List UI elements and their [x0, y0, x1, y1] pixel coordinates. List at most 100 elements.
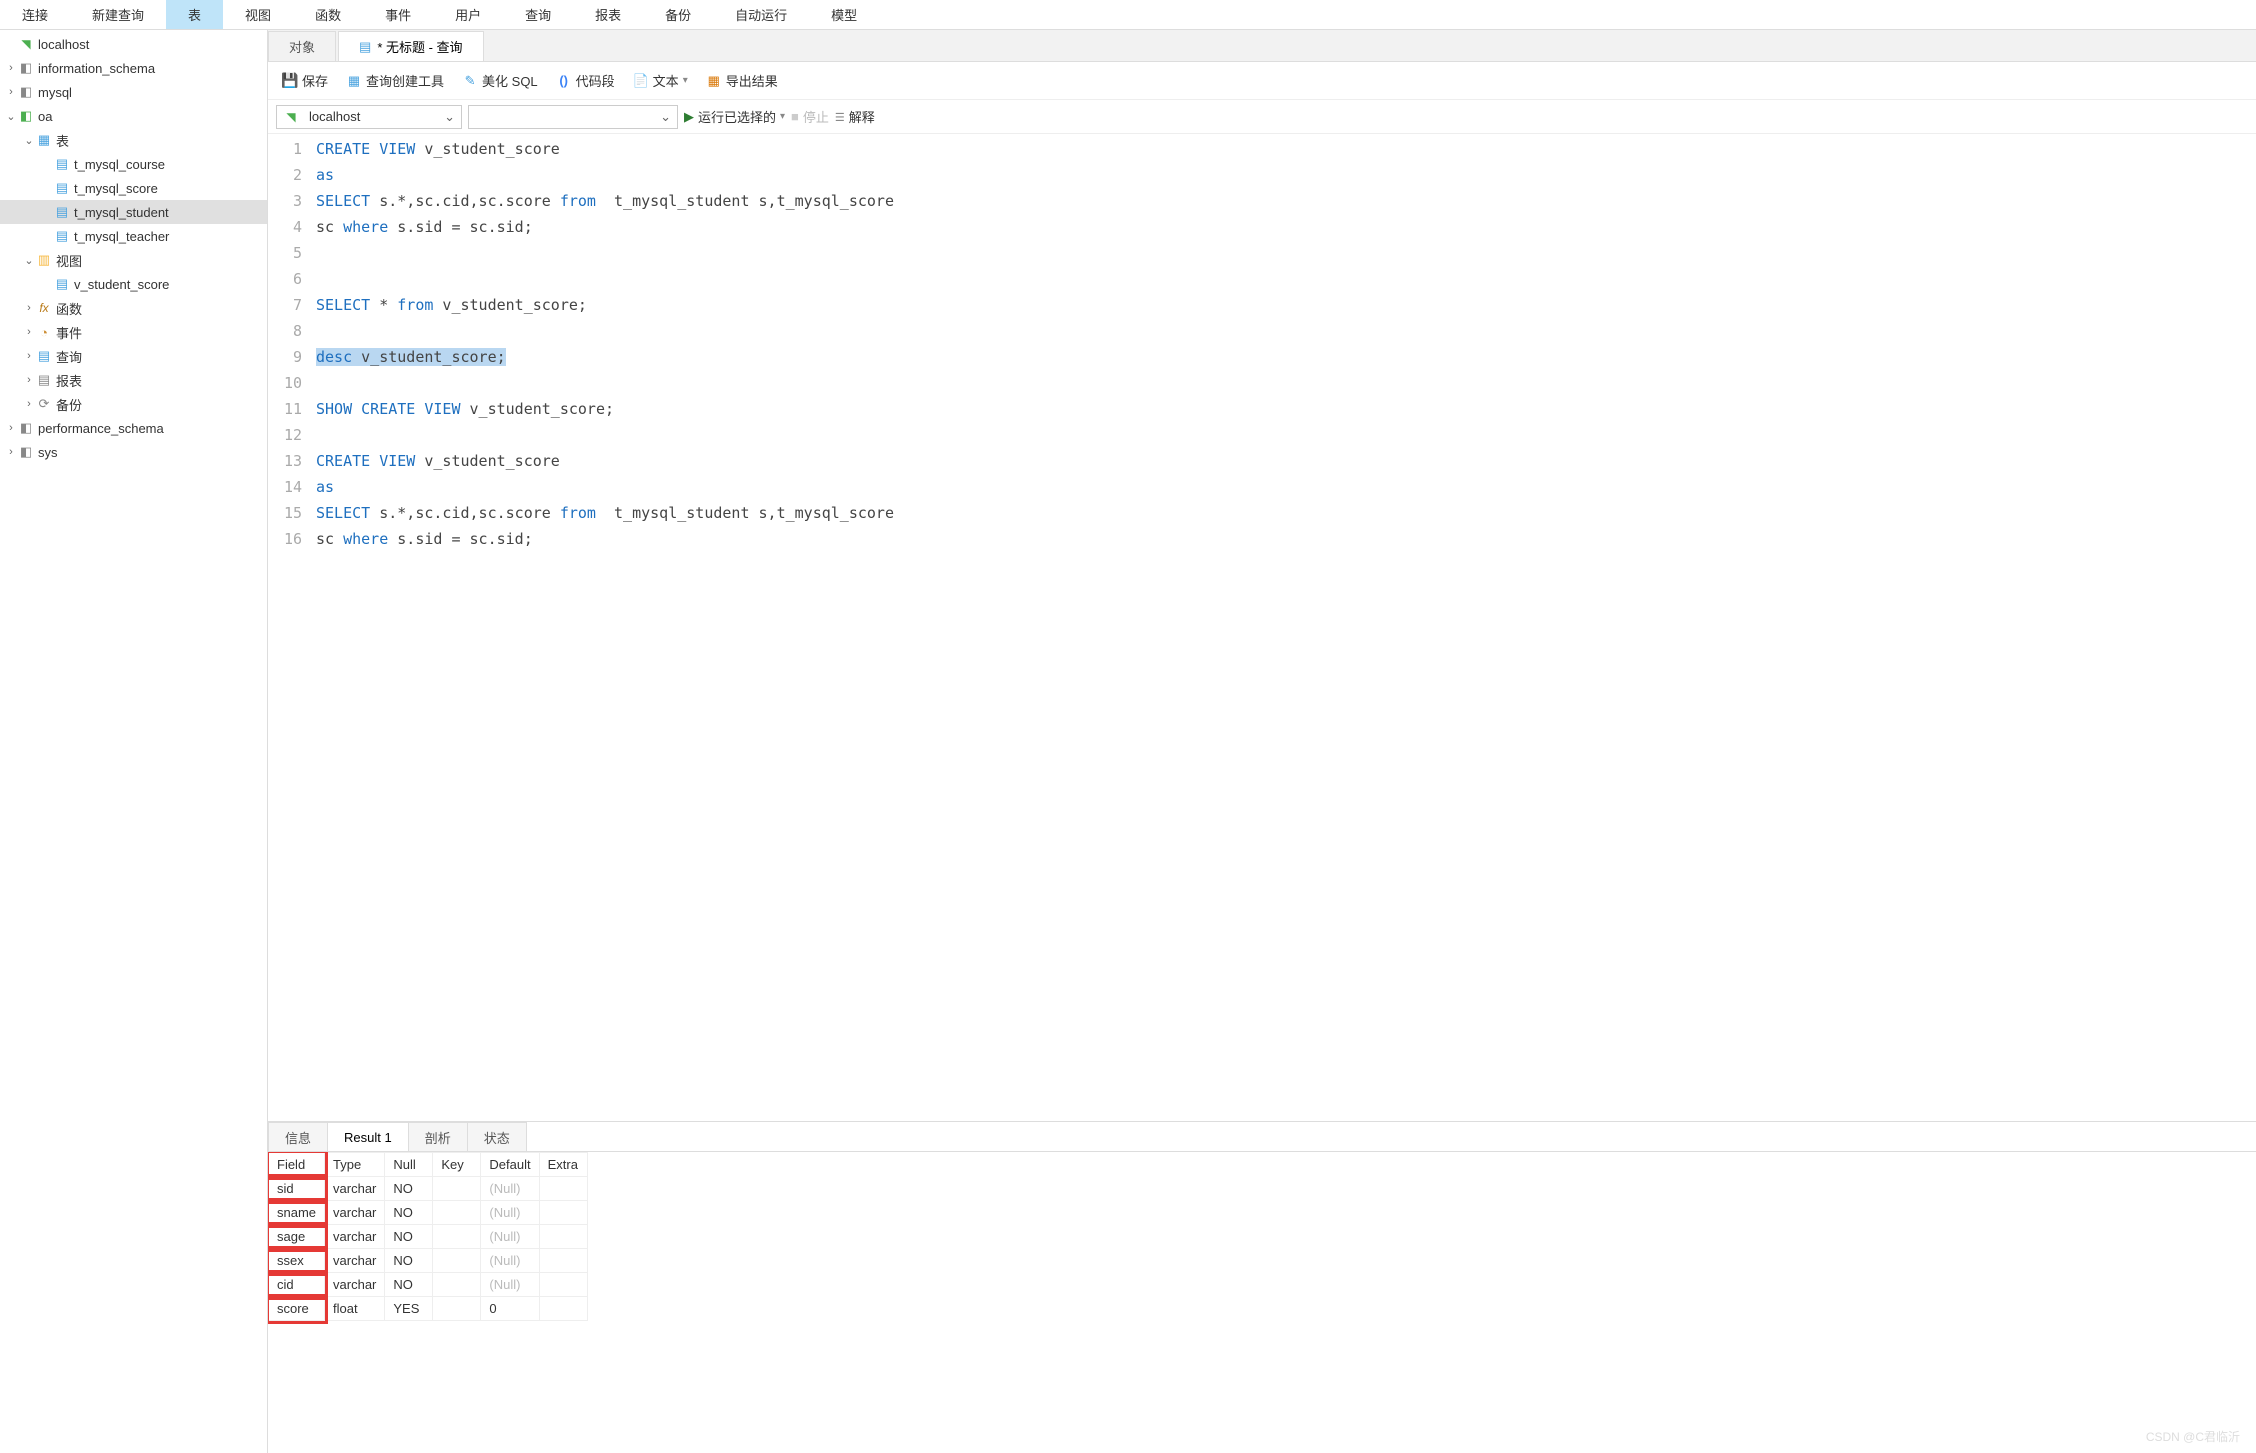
views-folder[interactable]: ⌄视图	[0, 248, 267, 272]
run-selected-button[interactable]: 运行已选择的 ▾	[684, 107, 785, 126]
menu-item-6[interactable]: 用户	[433, 0, 503, 29]
result-cell[interactable]: sid	[269, 1177, 325, 1201]
query-builder-button[interactable]: 查询创建工具	[340, 69, 450, 92]
result-cell[interactable]: 0	[481, 1297, 539, 1321]
result-grid[interactable]: FieldTypeNullKeyDefaultExtrasidvarcharNO…	[268, 1152, 2256, 1453]
tree-toggle[interactable]: ⌄	[22, 254, 36, 267]
result-cell[interactable]: sage	[269, 1225, 325, 1249]
result-tab-2[interactable]: 剖析	[408, 1122, 468, 1151]
result-cell[interactable]: score	[269, 1297, 325, 1321]
menu-item-2[interactable]: 表	[166, 0, 223, 29]
database-performance_schema[interactable]: ›performance_schema	[0, 416, 267, 440]
result-cell[interactable]	[539, 1177, 587, 1201]
result-cell[interactable]	[433, 1297, 481, 1321]
tree-toggle[interactable]: ›	[22, 326, 36, 338]
functions-folder[interactable]: ›fx函数	[0, 296, 267, 320]
menu-item-4[interactable]: 函数	[293, 0, 363, 29]
menu-item-9[interactable]: 备份	[643, 0, 713, 29]
tree-toggle[interactable]: ›	[22, 398, 36, 410]
editor-tab-0[interactable]: 对象	[268, 31, 336, 61]
view-v_student_score[interactable]: v_student_score	[0, 272, 267, 296]
result-cell[interactable]: (Null)	[481, 1273, 539, 1297]
tree-toggle[interactable]: ⌄	[22, 134, 36, 147]
database-sys[interactable]: ›sys	[0, 440, 267, 464]
explain-button[interactable]: 解释	[835, 107, 875, 126]
tree-toggle[interactable]: ›	[4, 62, 18, 74]
result-cell[interactable]	[539, 1249, 587, 1273]
table-row[interactable]: sidvarcharNO (Null)	[269, 1177, 588, 1201]
result-header-field[interactable]: Field	[269, 1153, 325, 1177]
result-cell[interactable]: varchar	[325, 1201, 385, 1225]
tree-toggle[interactable]: ›	[22, 350, 36, 362]
result-cell[interactable]: (Null)	[481, 1249, 539, 1273]
result-header-extra[interactable]: Extra	[539, 1153, 587, 1177]
result-cell[interactable]: varchar	[325, 1249, 385, 1273]
menu-item-1[interactable]: 新建查询	[70, 0, 166, 29]
database-oa[interactable]: ⌄oa	[0, 104, 267, 128]
result-cell[interactable]: NO	[385, 1273, 433, 1297]
menu-item-0[interactable]: 连接	[0, 0, 70, 29]
database-mysql[interactable]: ›mysql	[0, 80, 267, 104]
table-t_mysql_course[interactable]: t_mysql_course	[0, 152, 267, 176]
result-cell[interactable]	[433, 1201, 481, 1225]
queries-folder[interactable]: ›查询	[0, 344, 267, 368]
result-cell[interactable]: NO	[385, 1201, 433, 1225]
result-header-default[interactable]: Default	[481, 1153, 539, 1177]
events-folder[interactable]: ›事件	[0, 320, 267, 344]
menu-item-3[interactable]: 视图	[223, 0, 293, 29]
table-row[interactable]: snamevarcharNO (Null)	[269, 1201, 588, 1225]
result-cell[interactable]: NO	[385, 1177, 433, 1201]
menu-item-7[interactable]: 查询	[503, 0, 573, 29]
menu-item-8[interactable]: 报表	[573, 0, 643, 29]
tree-toggle[interactable]: ›	[22, 374, 36, 386]
result-cell[interactable]	[433, 1273, 481, 1297]
result-cell[interactable]	[433, 1177, 481, 1201]
result-header-type[interactable]: Type	[325, 1153, 385, 1177]
table-row[interactable]: sagevarcharNO(Null)	[269, 1225, 588, 1249]
table-row[interactable]: cidvarcharNO (Null)	[269, 1273, 588, 1297]
result-cell[interactable]: (Null)	[481, 1201, 539, 1225]
result-cell[interactable]	[539, 1225, 587, 1249]
result-cell[interactable]: ssex	[269, 1249, 325, 1273]
result-header-key[interactable]: Key	[433, 1153, 481, 1177]
result-cell[interactable]: float	[325, 1297, 385, 1321]
beautify-sql-button[interactable]: 美化 SQL	[456, 69, 544, 92]
result-cell[interactable]	[539, 1297, 587, 1321]
code-snippet-button[interactable]: ()代码段	[550, 69, 621, 92]
tree-toggle[interactable]: ›	[4, 86, 18, 98]
save-button[interactable]: 保存	[276, 69, 334, 92]
result-tab-0[interactable]: 信息	[268, 1122, 328, 1151]
table-t_mysql_score[interactable]: t_mysql_score	[0, 176, 267, 200]
tree-toggle[interactable]: ›	[4, 446, 18, 458]
result-cell[interactable]	[539, 1201, 587, 1225]
export-results-button[interactable]: 导出结果	[700, 69, 784, 92]
table-row[interactable]: ssexvarcharNO (Null)	[269, 1249, 588, 1273]
menu-item-11[interactable]: 模型	[809, 0, 879, 29]
result-tab-3[interactable]: 状态	[467, 1122, 527, 1151]
result-cell[interactable]: NO	[385, 1249, 433, 1273]
reports-folder[interactable]: ›报表	[0, 368, 267, 392]
result-cell[interactable]: cid	[269, 1273, 325, 1297]
sql-code[interactable]: CREATE VIEW v_student_score as SELECT s.…	[312, 134, 2256, 1121]
result-cell[interactable]: varchar	[325, 1273, 385, 1297]
connection-select[interactable]: localhost	[276, 105, 462, 129]
menu-item-10[interactable]: 自动运行	[713, 0, 809, 29]
tree-toggle[interactable]: ⌄	[4, 110, 18, 123]
tables-folder[interactable]: ⌄表	[0, 128, 267, 152]
result-cell[interactable]: YES	[385, 1297, 433, 1321]
result-cell[interactable]: (Null)	[481, 1225, 539, 1249]
result-cell[interactable]: varchar	[325, 1177, 385, 1201]
result-tab-1[interactable]: Result 1	[327, 1122, 409, 1151]
sql-editor[interactable]: 12345678910111213141516 CREATE VIEW v_st…	[268, 134, 2256, 1121]
table-row[interactable]: scorefloatYES 0	[269, 1297, 588, 1321]
database-select[interactable]	[468, 105, 678, 129]
editor-tab-1[interactable]: * 无标题 - 查询	[338, 31, 484, 61]
connection-node[interactable]: localhost	[0, 32, 267, 56]
result-cell[interactable]: varchar	[325, 1225, 385, 1249]
tree-toggle[interactable]: ›	[4, 422, 18, 434]
result-cell[interactable]: sname	[269, 1201, 325, 1225]
table-t_mysql_teacher[interactable]: t_mysql_teacher	[0, 224, 267, 248]
result-cell[interactable]	[433, 1225, 481, 1249]
result-cell[interactable]: (Null)	[481, 1177, 539, 1201]
result-header-null[interactable]: Null	[385, 1153, 433, 1177]
